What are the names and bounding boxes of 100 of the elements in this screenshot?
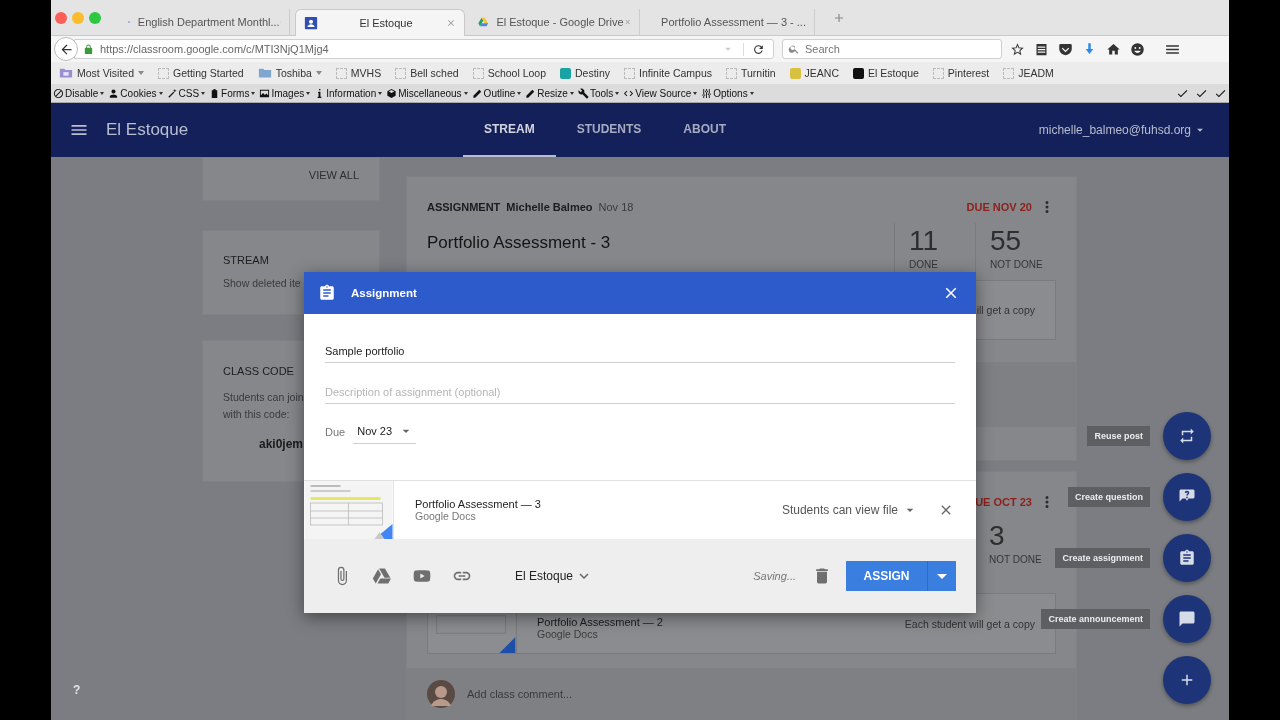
bookmark-item[interactable]: Most Visited xyxy=(59,66,144,80)
assign-options-button[interactable] xyxy=(927,561,956,591)
page-icon xyxy=(335,67,347,79)
back-button[interactable] xyxy=(54,37,78,61)
person-icon xyxy=(108,87,120,99)
stat-label: NOT DONE xyxy=(989,554,1043,565)
bookmark-item[interactable]: Getting Started xyxy=(158,67,244,79)
pencil-icon xyxy=(525,87,537,99)
toolbar-menu[interactable]: Outline xyxy=(471,87,522,99)
account-menu[interactable]: michelle_balmeo@fuhsd.org xyxy=(1038,123,1207,137)
bookmark-item[interactable]: Toshiba xyxy=(257,66,322,80)
browser-tab[interactable]: English Department Monthl... xyxy=(120,8,290,36)
toolbar-menu[interactable]: Images xyxy=(259,87,311,99)
nav-tab[interactable]: ABOUT xyxy=(662,103,747,157)
toolbar-menu[interactable]: Information xyxy=(314,87,383,99)
description-field[interactable]: Description of assignment (optional) xyxy=(325,381,955,404)
wand-icon xyxy=(166,87,178,99)
page-icon xyxy=(395,67,407,79)
page-icon xyxy=(932,67,944,79)
caret-icon xyxy=(937,573,947,579)
bookmark-item[interactable]: JEADM xyxy=(1003,67,1054,79)
class-title: El Estoque xyxy=(106,120,190,140)
nav-tab[interactable]: STREAM xyxy=(463,103,556,157)
lock-icon xyxy=(83,43,94,55)
clipboard-icon xyxy=(1178,549,1196,567)
avatar xyxy=(427,679,455,708)
search-field[interactable]: Search xyxy=(782,39,1002,59)
browser-tab[interactable]: El Estoque xyxy=(295,8,465,36)
post-date: Nov 18 xyxy=(598,201,634,213)
floating-action-button[interactable] xyxy=(1163,534,1211,582)
tooltip-label: Create announcement xyxy=(1041,609,1150,629)
folder-icon xyxy=(59,66,73,80)
toolbar-menu[interactable]: Resize xyxy=(525,87,574,99)
due-date: UE OCT 23 xyxy=(975,496,1032,508)
toolbar-menu[interactable]: Forms xyxy=(209,87,256,99)
stat-label: NOT DONE xyxy=(990,259,1044,270)
post-title[interactable]: Portfolio Assessment - 3 xyxy=(427,233,611,276)
stat-count[interactable]: 55 xyxy=(990,225,1056,257)
attachment-source: Google Docs xyxy=(537,627,599,640)
attachment-note: Each student will get a copy xyxy=(904,617,1035,630)
permission-dropdown[interactable]: Students can view file xyxy=(781,502,918,518)
toolbar-menu[interactable]: Options xyxy=(701,87,754,99)
block-icon xyxy=(53,87,64,99)
browser-tab[interactable]: Portfolio Assessment — 3 - ... xyxy=(645,8,815,36)
sliders-icon xyxy=(701,87,713,99)
toolbar-menu[interactable]: Cookies xyxy=(108,87,163,99)
repeat-icon xyxy=(1178,427,1196,445)
page-icon xyxy=(1003,67,1015,79)
reading-list-icon[interactable] xyxy=(1034,41,1049,57)
status-text: Saving... xyxy=(753,570,796,582)
due-date-dropdown[interactable]: Nov 23 xyxy=(353,420,417,444)
bookmark-item[interactable]: MVHS xyxy=(335,67,382,79)
floating-action-button[interactable] xyxy=(1163,595,1211,643)
bookmark-item[interactable]: Destiny xyxy=(560,67,611,79)
toolbar-menu[interactable]: Tools xyxy=(577,87,620,99)
toolbar-menu[interactable]: CSS xyxy=(166,87,206,99)
floating-action-button[interactable] xyxy=(1163,473,1211,521)
post-type: ASSIGNMENT xyxy=(427,201,501,213)
toolbar-menu[interactable]: Disable xyxy=(53,87,105,99)
attachment-title[interactable]: Portfolio Assessment — 3 xyxy=(415,498,782,510)
bookmark-item[interactable]: Pinterest xyxy=(932,67,990,79)
tooltip-label: Create question xyxy=(1068,487,1150,507)
caret-icon xyxy=(138,71,144,75)
pencil-icon xyxy=(471,87,483,99)
home-icon[interactable] xyxy=(1106,41,1121,57)
smiley-icon[interactable] xyxy=(1130,41,1145,57)
view-all-link[interactable]: VIEW ALL xyxy=(308,169,359,181)
drive-icon xyxy=(478,15,489,29)
nav-tab[interactable]: STUDENTS xyxy=(555,103,663,157)
reload-icon[interactable] xyxy=(743,42,765,56)
wrench-icon xyxy=(577,87,589,99)
browser-tab[interactable]: El Estoque - Google Drive xyxy=(470,8,640,36)
bookmark-item[interactable]: JEANC xyxy=(789,67,840,79)
bookmark-item[interactable]: El Estoque xyxy=(853,67,919,79)
stat-count[interactable]: 3 xyxy=(989,520,1056,552)
drive-icon[interactable] xyxy=(372,566,392,586)
address-field[interactable]: https://classroom.google.com/c/MTI3NjQ1Mjg4 xyxy=(74,39,774,59)
assign-button[interactable]: ASSIGN xyxy=(846,561,927,591)
class-dropdown[interactable]: El Estoque xyxy=(515,567,594,585)
pocket-icon[interactable] xyxy=(1058,41,1073,57)
chat-icon xyxy=(1178,610,1196,628)
due-label: Due xyxy=(325,426,346,438)
toolbar-menu[interactable]: Miscellaneous xyxy=(386,87,468,99)
page-icon xyxy=(624,67,636,79)
title-field[interactable]: Sample portfolio xyxy=(325,340,955,363)
bookmark-item[interactable]: Bell sched xyxy=(395,67,459,79)
bookmark-item[interactable]: Turnitin xyxy=(726,67,776,79)
bookmark-item[interactable]: School Loop xyxy=(472,67,546,79)
toolbar-menu[interactable]: View Source xyxy=(623,87,698,99)
tooltip-label: Reuse post xyxy=(1087,426,1150,446)
bookmark-item[interactable]: Infinite Campus xyxy=(624,67,712,79)
attachment-note: ill get a copy xyxy=(976,304,1035,316)
star-icon[interactable] xyxy=(1010,41,1025,57)
stat-count[interactable]: 11 xyxy=(909,225,975,257)
class-code: aki0jem xyxy=(259,437,304,451)
attachment-title[interactable]: Portfolio Assessment — 2 xyxy=(537,615,663,628)
stat-label: DONE xyxy=(909,259,939,270)
search-icon xyxy=(788,43,800,55)
page-icon xyxy=(158,67,169,79)
attachment-source: Google Docs xyxy=(415,510,477,522)
